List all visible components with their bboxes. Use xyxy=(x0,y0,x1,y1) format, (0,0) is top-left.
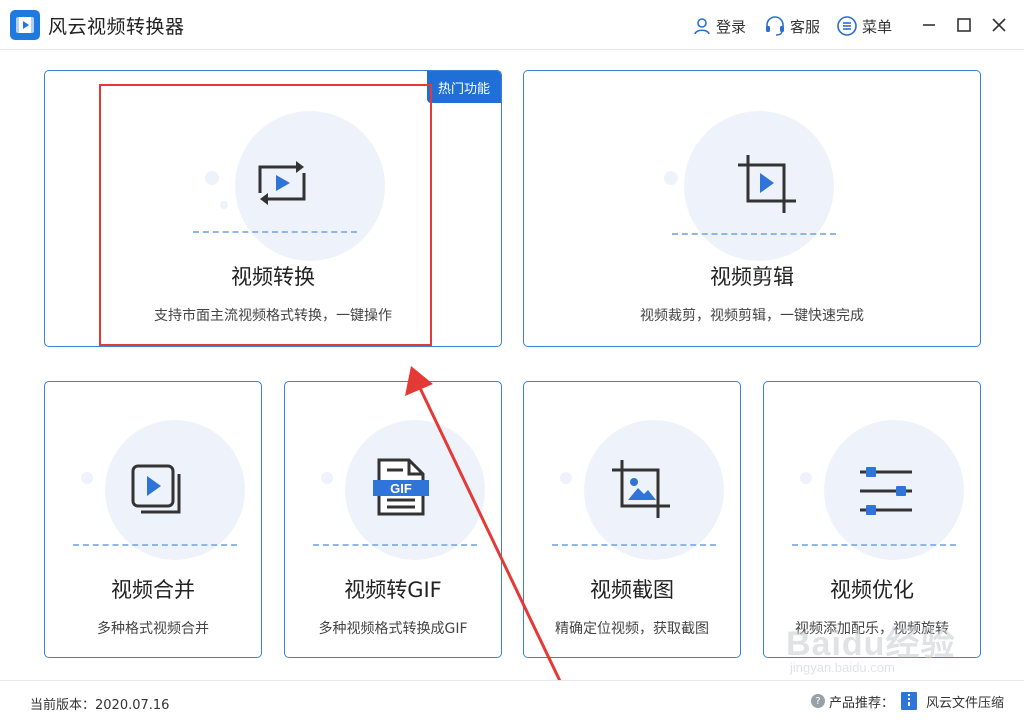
stack-play-icon xyxy=(131,464,181,514)
card-video-edit[interactable]: 视频剪辑 视频裁剪，视频剪辑，一键快速完成 xyxy=(523,70,981,347)
product-recommendation: ? 产品推荐： 风云文件压缩 xyxy=(810,691,1004,711)
recommend-label: 产品推荐： xyxy=(828,695,894,711)
gif-file-icon: GIF xyxy=(373,458,429,516)
card-description: 视频添加配乐，视频旋转 xyxy=(795,621,949,637)
card-divider xyxy=(792,544,956,546)
card-description: 多种视频格式转换成GIF xyxy=(318,621,468,637)
gif-icon-text: GIF xyxy=(390,481,412,496)
convert-play-icon xyxy=(258,161,306,205)
version-label: 当前版本：2020.07.16 xyxy=(30,698,170,713)
app-title: 风云视频转换器 xyxy=(48,16,185,38)
crop-image-icon xyxy=(612,460,670,518)
user-icon xyxy=(694,18,710,35)
card-title: 视频截图 xyxy=(590,578,674,602)
card-title: 视频转GIF xyxy=(344,578,442,602)
card-divider xyxy=(313,544,477,546)
menu-button[interactable]: 菜单 xyxy=(836,14,892,38)
close-icon[interactable] xyxy=(988,14,1010,36)
card-title: 视频优化 xyxy=(830,578,914,602)
login-label: 登录 xyxy=(716,17,747,36)
sliders-icon xyxy=(860,467,912,515)
service-label: 客服 xyxy=(790,17,821,36)
login-button[interactable]: 登录 xyxy=(692,14,746,38)
hot-feature-badge: 热门功能 xyxy=(427,71,501,103)
product-link[interactable]: 风云文件压缩 xyxy=(926,692,1004,711)
card-bg-dot xyxy=(560,472,572,484)
card-description: 支持市面主流视频格式转换，一键操作 xyxy=(154,308,392,324)
card-description: 视频裁剪，视频剪辑，一键快速完成 xyxy=(640,308,864,324)
help-icon[interactable]: ? xyxy=(810,694,825,708)
card-divider xyxy=(552,544,716,546)
zip-file-icon xyxy=(900,692,917,710)
card-bg-dot xyxy=(205,171,219,185)
crop-play-icon xyxy=(738,155,796,213)
title-bar: 风云视频转换器 登录 客服 菜单 xyxy=(0,0,1024,50)
card-video-screenshot[interactable]: 视频截图 精确定位视频，获取截图 xyxy=(523,381,741,658)
watermark-subtext: jingyan.baidu.com xyxy=(790,660,895,675)
headset-icon xyxy=(766,16,784,36)
card-bg-dot xyxy=(81,472,93,484)
card-description: 多种格式视频合并 xyxy=(97,621,209,637)
service-button[interactable]: 客服 xyxy=(764,14,820,38)
card-bg-dot xyxy=(664,171,678,185)
card-divider xyxy=(193,231,357,233)
card-bg-dot xyxy=(321,472,333,484)
card-divider xyxy=(73,544,237,546)
card-bg-dot xyxy=(220,201,228,209)
menu-label: 菜单 xyxy=(862,17,893,36)
card-title: 视频剪辑 xyxy=(710,265,794,289)
card-video-merge[interactable]: 视频合并 多种格式视频合并 xyxy=(44,381,262,658)
card-video-optimize[interactable]: 视频优化 视频添加配乐，视频旋转 xyxy=(763,381,981,658)
menu-icon xyxy=(837,16,857,36)
card-description: 精确定位视频，获取截图 xyxy=(555,621,709,637)
card-title: 视频转换 xyxy=(231,265,315,289)
card-video-convert[interactable]: 视频转换 支持市面主流视频格式转换，一键操作 热门功能 xyxy=(44,70,502,347)
footer: 当前版本：2020.07.16 ? 产品推荐： 风云文件压缩 xyxy=(0,680,1024,720)
card-bg-dot xyxy=(800,472,812,484)
card-video-to-gif[interactable]: GIF 视频转GIF 多种视频格式转换成GIF xyxy=(284,381,502,658)
app-logo-icon xyxy=(10,10,40,40)
minimize-icon[interactable] xyxy=(918,14,940,36)
maximize-icon[interactable] xyxy=(953,14,975,36)
card-divider xyxy=(672,233,836,235)
card-title: 视频合并 xyxy=(111,578,195,602)
